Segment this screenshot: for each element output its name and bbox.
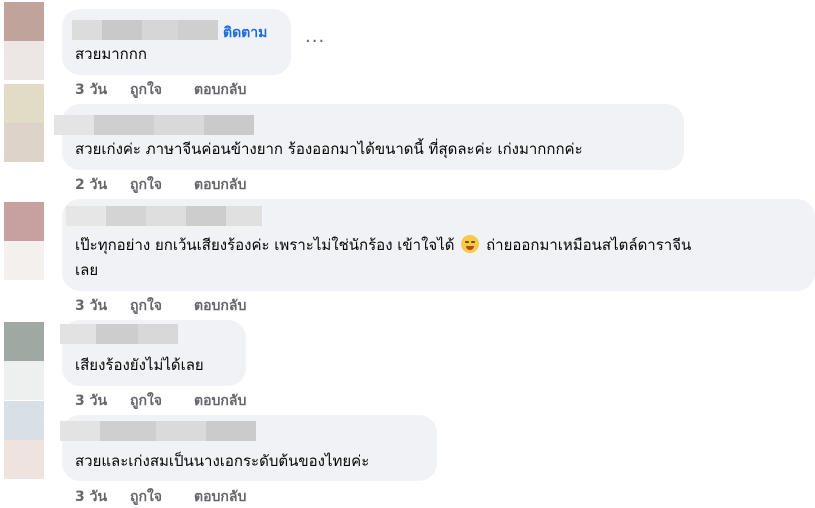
more-options-icon[interactable]: ... — [305, 26, 325, 47]
comment-actions: 2 วัน ถูกใจ ตอบกลับ — [75, 174, 246, 196]
commenter-name[interactable] — [54, 115, 254, 135]
like-button[interactable]: ถูกใจ — [130, 390, 194, 412]
comment-text: เป๊ะทุกอย่าง ยกเว้นเสียงร้องค่ะ เพราะไม่… — [75, 232, 691, 258]
avatar-block — [4, 2, 44, 41]
comment-text: เสียงร้องยังไม่ได้เลย — [75, 356, 204, 374]
comment-bubble: เป๊ะทุกอย่าง ยกเว้นเสียงร้องค่ะ เพราะไม่… — [62, 199, 815, 291]
reply-button[interactable]: ตอบกลับ — [194, 295, 246, 317]
comment-text-part: ถ่ายออกมาเหมือนสไตล์ดาราจีน — [486, 236, 692, 254]
avatar-block — [4, 41, 44, 80]
commenter-name[interactable] — [72, 20, 218, 40]
reply-button[interactable]: ตอบกลับ — [194, 390, 246, 412]
avatar-block — [4, 361, 44, 400]
comment-timestamp[interactable]: 3 วัน — [75, 79, 130, 101]
comment-text-continued: เลย — [75, 261, 99, 279]
avatar-block — [4, 241, 44, 280]
comment-actions: 3 วัน ถูกใจ ตอบกลับ — [75, 79, 246, 101]
comment-timestamp[interactable]: 2 วัน — [75, 174, 130, 196]
comment-actions: 3 วัน ถูกใจ ตอบกลับ — [75, 390, 246, 412]
avatar-block — [4, 123, 44, 162]
follow-button[interactable]: ติดตาม — [223, 22, 267, 44]
commenter-avatar[interactable] — [4, 84, 44, 162]
commenter-avatar[interactable] — [4, 401, 44, 479]
comment-text: สวยมากกก — [75, 45, 147, 63]
reply-button[interactable]: ตอบกลับ — [194, 174, 246, 196]
comment-bubble: สวยและเก่งสมเป็นนางเอกระดับต้นของไทยค่ะ — [60, 415, 437, 481]
commenter-avatar[interactable] — [4, 2, 44, 80]
comment-bubble: เสียงร้องยังไม่ได้เลย — [60, 320, 246, 386]
avatar-block — [4, 322, 44, 361]
comment-text: สวยเก่งค่ะ ภาษาจีนค่อนข้างยาก ร้องออกมาไ… — [75, 140, 583, 158]
comment-timestamp[interactable]: 3 วัน — [75, 295, 130, 317]
commenter-name[interactable] — [60, 324, 178, 344]
avatar-block — [4, 401, 44, 440]
like-button[interactable]: ถูกใจ — [130, 79, 194, 101]
commenter-avatar[interactable] — [4, 202, 44, 280]
comment-timestamp[interactable]: 3 วัน — [75, 390, 130, 412]
avatar-block — [4, 202, 44, 241]
comment-text: สวยและเก่งสมเป็นนางเอกระดับต้นของไทยค่ะ — [75, 452, 370, 470]
avatar-block — [4, 84, 44, 123]
comment-actions: 3 วัน ถูกใจ ตอบกลับ — [75, 295, 246, 317]
avatar-block — [4, 440, 44, 479]
hugging-face-icon — [461, 235, 480, 253]
reply-button[interactable]: ตอบกลับ — [194, 79, 246, 101]
comment-bubble: ติดตาม สวยมากกก — [62, 9, 291, 75]
comment-text-part: เป๊ะทุกอย่าง ยกเว้นเสียงร้องค่ะ เพราะไม่… — [75, 236, 455, 254]
commenter-name[interactable] — [66, 206, 262, 226]
like-button[interactable]: ถูกใจ — [130, 295, 194, 317]
comment-bubble: สวยเก่งค่ะ ภาษาจีนค่อนข้างยาก ร้องออกมาไ… — [54, 104, 684, 170]
like-button[interactable]: ถูกใจ — [130, 174, 194, 196]
commenter-name[interactable] — [60, 421, 256, 441]
commenter-avatar[interactable] — [4, 322, 44, 400]
